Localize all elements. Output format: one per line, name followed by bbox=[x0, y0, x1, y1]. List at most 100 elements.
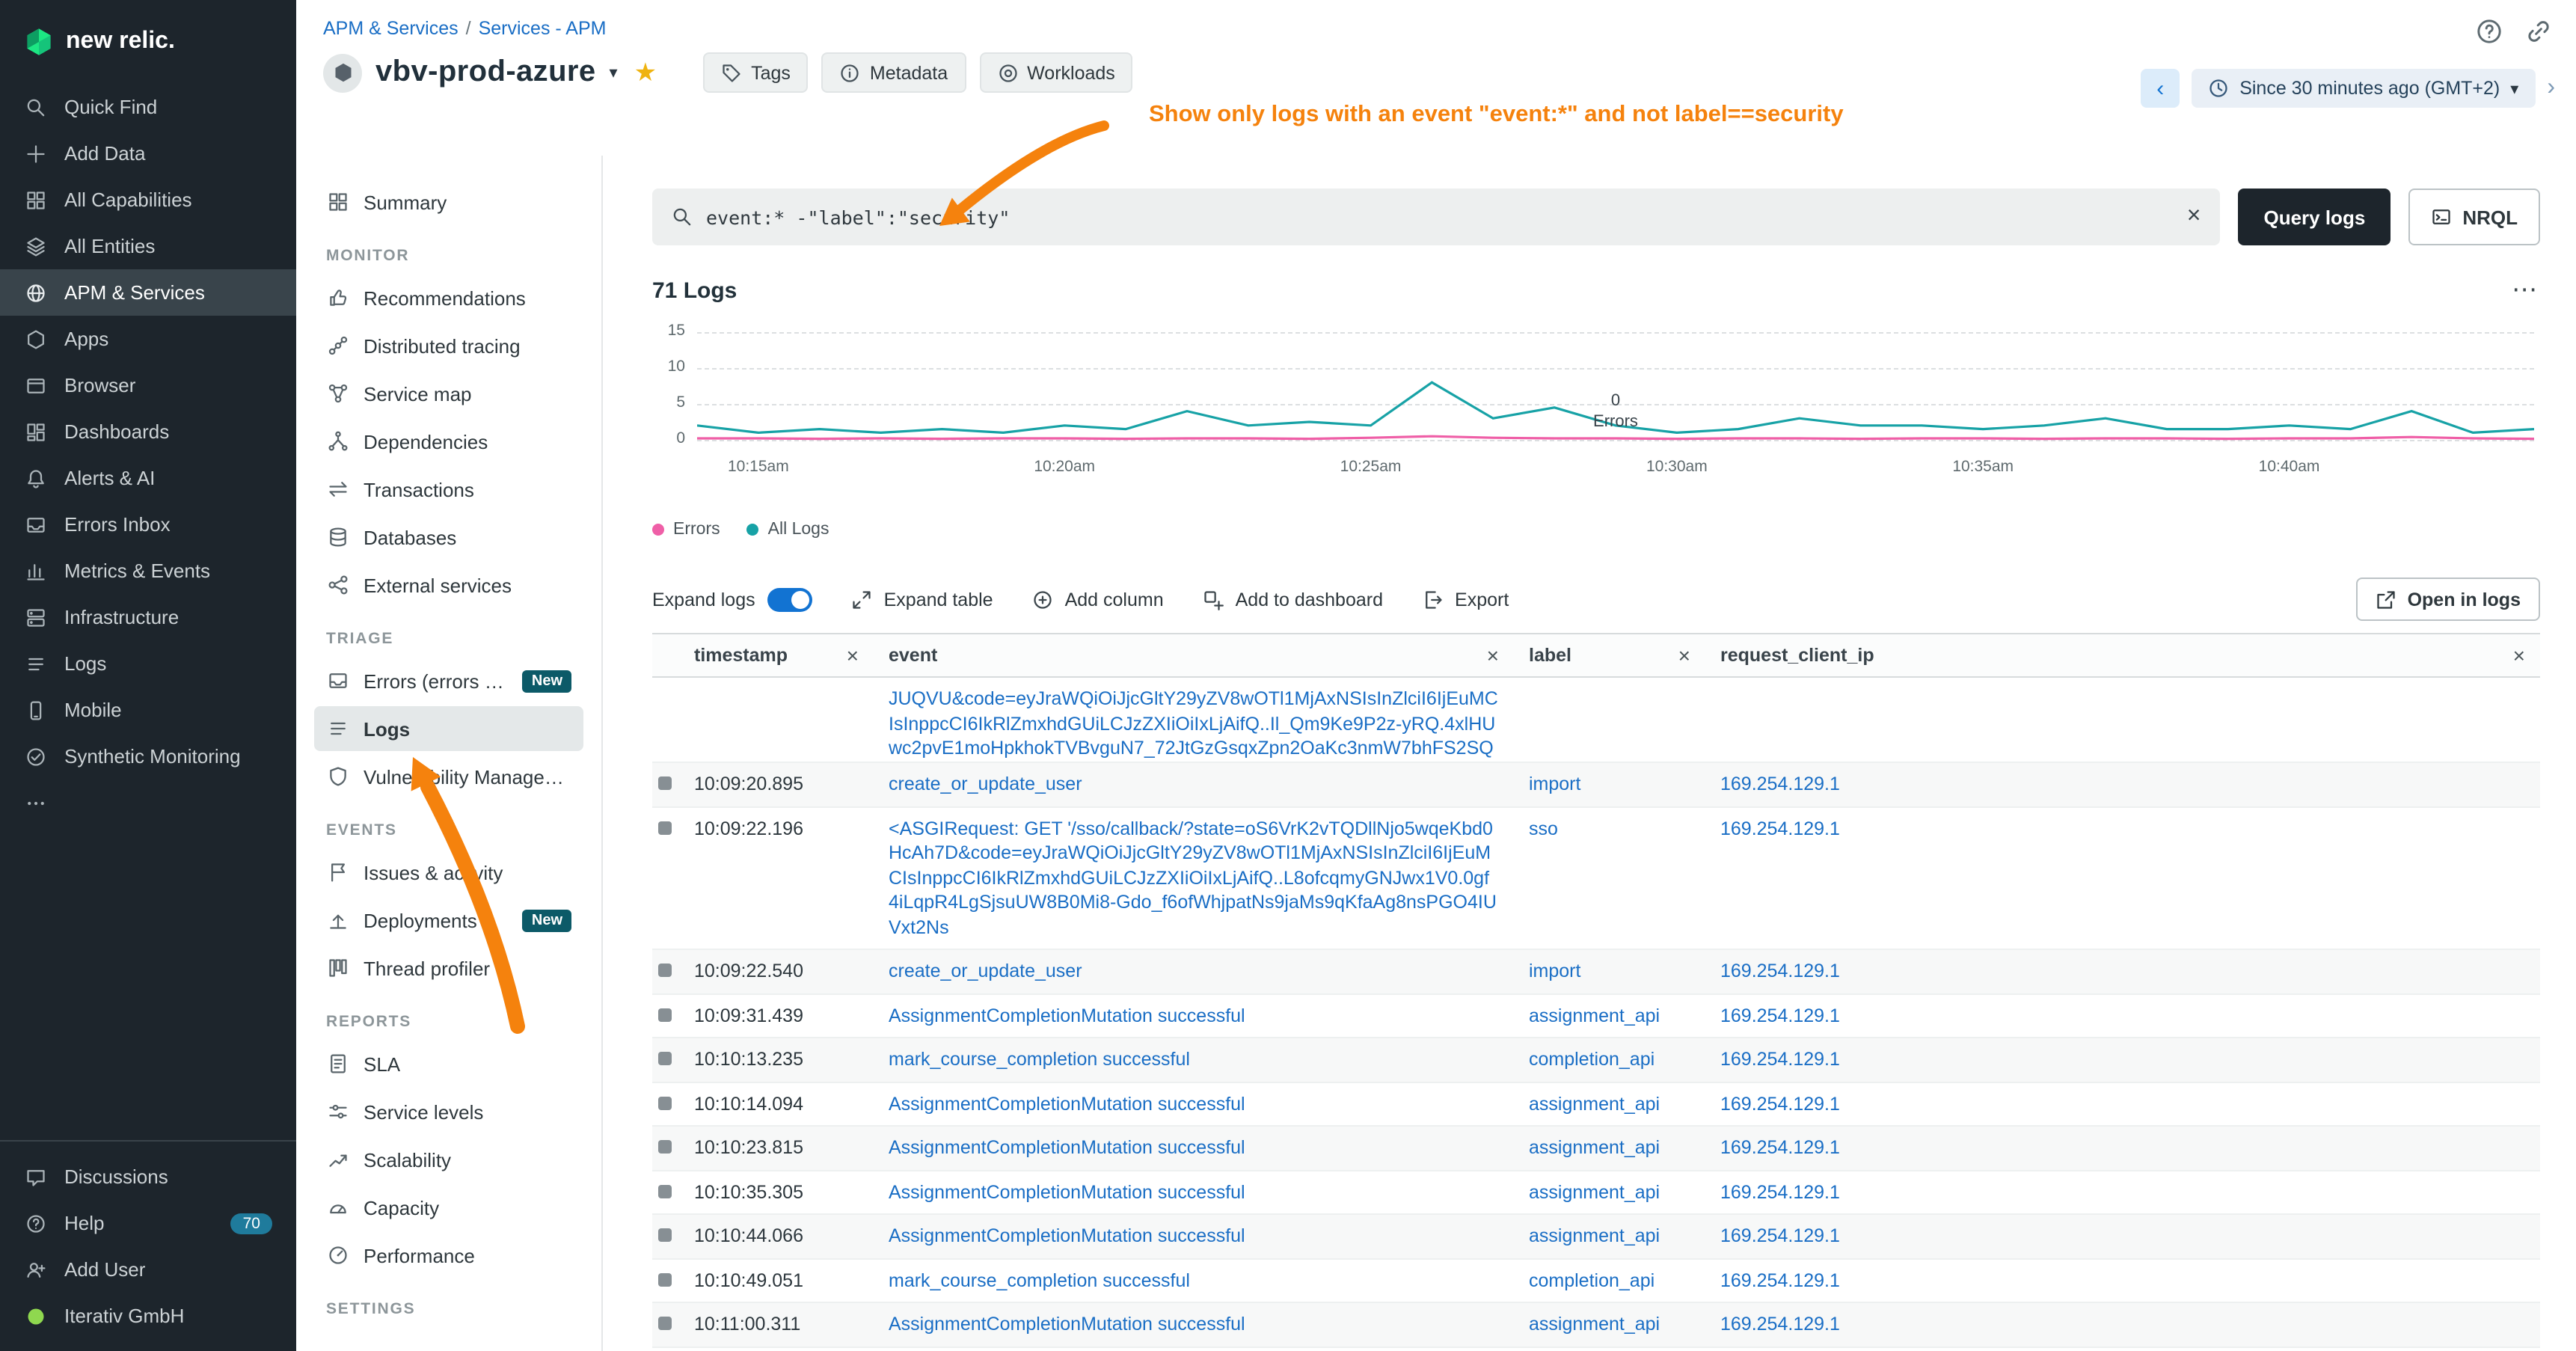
severity-indicator[interactable] bbox=[658, 1317, 672, 1330]
severity-indicator[interactable] bbox=[658, 964, 672, 977]
log-label-link[interactable]: sso bbox=[1514, 807, 1705, 850]
nrql-button[interactable]: NRQL bbox=[2408, 189, 2540, 245]
severity-indicator[interactable] bbox=[658, 1052, 672, 1065]
remove-column-icon[interactable]: × bbox=[1487, 643, 1499, 667]
global-nav-logs[interactable]: Logs bbox=[0, 640, 296, 687]
global-nav-quick-find[interactable]: Quick Find bbox=[0, 84, 296, 130]
sidebar-item-service-levels[interactable]: Service levels bbox=[314, 1089, 583, 1134]
global-nav-dashboards[interactable]: Dashboards bbox=[0, 408, 296, 455]
log-event-link[interactable]: <ASGIRequest: GET '/sso/callback/?state=… bbox=[874, 807, 1514, 949]
log-row[interactable]: 10:11:00.311AssignmentCompletionMutation… bbox=[652, 1303, 2540, 1347]
global-nav-metrics-events[interactable]: Metrics & Events bbox=[0, 548, 296, 594]
metadata-button[interactable]: Metadata bbox=[822, 52, 966, 93]
log-label-link[interactable]: import bbox=[1514, 763, 1705, 806]
log-label-link[interactable]: assignment_api bbox=[1514, 1303, 1705, 1346]
global-nav-add-data[interactable]: Add Data bbox=[0, 130, 296, 177]
global-nav-add-user[interactable]: Add User bbox=[0, 1246, 296, 1293]
sidebar-item-recommendations[interactable]: Recommendations bbox=[314, 275, 583, 320]
log-row[interactable]: 10:09:20.895create_or_update_userimport1… bbox=[652, 763, 2540, 807]
global-nav-alerts-ai[interactable]: Alerts & AI bbox=[0, 455, 296, 501]
sidebar-item-logs[interactable]: Logs bbox=[314, 706, 583, 751]
log-row[interactable]: 10:10:49.051mark_course_completion succe… bbox=[652, 1259, 2540, 1303]
severity-indicator[interactable] bbox=[658, 1140, 672, 1154]
log-label-link[interactable]: completion_api bbox=[1514, 1259, 1705, 1302]
remove-column-icon[interactable]: × bbox=[2513, 643, 2525, 667]
log-event-link[interactable]: mark_course_completion successful bbox=[874, 1259, 1514, 1302]
log-label-link[interactable]: assignment_api bbox=[1514, 1215, 1705, 1257]
log-ip-link[interactable]: 169.254.129.1 bbox=[1705, 950, 2540, 993]
global-nav-all-entities[interactable]: All Entities bbox=[0, 223, 296, 269]
log-event-link[interactable]: AssignmentCompletionMutation successful bbox=[874, 994, 1514, 1037]
global-nav-more[interactable] bbox=[0, 779, 296, 826]
column-header-timestamp[interactable]: timestamp × bbox=[679, 643, 874, 667]
log-row[interactable]: 10:10:14.094AssignmentCompletionMutation… bbox=[652, 1082, 2540, 1127]
workloads-button[interactable]: Workloads bbox=[979, 52, 1133, 93]
severity-indicator[interactable] bbox=[658, 821, 672, 834]
open-in-logs-button[interactable]: Open in logs bbox=[2357, 578, 2540, 621]
log-event-link[interactable]: AssignmentCompletionMutation successful bbox=[874, 1127, 1514, 1169]
time-forward-icon[interactable]: › bbox=[2547, 75, 2555, 102]
log-ip-link[interactable]: 169.254.129.1 bbox=[1705, 1082, 2540, 1125]
severity-indicator[interactable] bbox=[658, 1096, 672, 1109]
sidebar-item-deployments[interactable]: DeploymentsNew bbox=[314, 898, 583, 943]
sidebar-item-transactions[interactable]: Transactions bbox=[314, 467, 583, 512]
legend-errors[interactable]: Errors bbox=[652, 521, 720, 539]
log-event-link[interactable]: AssignmentCompletionMutation successful bbox=[874, 1082, 1514, 1125]
log-row[interactable]: 10:09:22.540create_or_update_userimport1… bbox=[652, 950, 2540, 994]
expand-table-button[interactable]: Expand table bbox=[851, 589, 993, 610]
sidebar-item-capacity[interactable]: Capacity bbox=[314, 1185, 583, 1230]
log-label-link[interactable]: import bbox=[1514, 950, 1705, 993]
severity-indicator[interactable] bbox=[658, 1228, 672, 1242]
log-row[interactable]: 10:09:22.196<ASGIRequest: GET '/sso/call… bbox=[652, 807, 2540, 950]
severity-indicator[interactable] bbox=[658, 1008, 672, 1021]
log-row[interactable]: JUQVU&code=eyJraWQiOiJjcGltY29yZV8wOTl1M… bbox=[652, 678, 2540, 763]
log-row[interactable]: 10:10:13.235mark_course_completion succe… bbox=[652, 1038, 2540, 1082]
log-event-link[interactable]: AssignmentCompletionMutation successful bbox=[874, 1303, 1514, 1346]
log-ip-link[interactable]: 169.254.129.1 bbox=[1705, 763, 2540, 806]
log-event-link[interactable]: mark_course_completion successful bbox=[874, 1038, 1514, 1081]
sidebar-item-summary[interactable]: Summary bbox=[314, 180, 583, 224]
global-nav-errors-inbox[interactable]: Errors Inbox bbox=[0, 501, 296, 548]
log-label-link[interactable]: assignment_api bbox=[1514, 1171, 1705, 1213]
log-ip-link[interactable]: 169.254.129.1 bbox=[1705, 1215, 2540, 1257]
global-nav-help[interactable]: Help70 bbox=[0, 1200, 296, 1246]
global-nav-infrastructure[interactable]: Infrastructure bbox=[0, 594, 296, 640]
log-event-link[interactable]: create_or_update_user bbox=[874, 763, 1514, 806]
logs-query-input[interactable] bbox=[706, 206, 2174, 228]
global-nav-discussions[interactable]: Discussions bbox=[0, 1154, 296, 1200]
log-event-link[interactable]: create_or_update_user bbox=[874, 950, 1514, 993]
log-label-link[interactable]: assignment_api bbox=[1514, 1082, 1705, 1125]
favorite-star-icon[interactable]: ★ bbox=[634, 58, 657, 88]
log-row[interactable]: 10:10:44.066AssignmentCompletionMutation… bbox=[652, 1215, 2540, 1259]
log-label-link[interactable]: assignment_api bbox=[1514, 1127, 1705, 1169]
global-nav-mobile[interactable]: Mobile bbox=[0, 687, 296, 733]
severity-indicator[interactable] bbox=[658, 776, 672, 790]
log-row[interactable]: 10:10:35.305AssignmentCompletionMutation… bbox=[652, 1171, 2540, 1215]
toggle-switch-icon[interactable] bbox=[767, 587, 812, 611]
log-ip-link[interactable]: 169.254.129.1 bbox=[1705, 1303, 2540, 1346]
permalink-icon[interactable] bbox=[2525, 18, 2552, 45]
sidebar-item-errors-errors-inb[interactable]: Errors (errors inb...New bbox=[314, 658, 583, 703]
global-nav-synthetic-monitoring[interactable]: Synthetic Monitoring bbox=[0, 733, 296, 779]
log-event-link[interactable]: AssignmentCompletionMutation successful bbox=[874, 1215, 1514, 1257]
export-button[interactable]: Export bbox=[1422, 589, 1509, 610]
sidebar-item-performance[interactable]: Performance bbox=[314, 1233, 583, 1278]
sidebar-item-databases[interactable]: Databases bbox=[314, 515, 583, 560]
add-to-dashboard-button[interactable]: Add to dashboard bbox=[1203, 589, 1383, 610]
severity-indicator[interactable] bbox=[658, 1272, 672, 1286]
sidebar-item-external-services[interactable]: External services bbox=[314, 563, 583, 607]
log-ip-link[interactable]: 169.254.129.1 bbox=[1705, 994, 2540, 1037]
clear-query-icon[interactable]: × bbox=[2187, 203, 2201, 230]
add-column-button[interactable]: Add column bbox=[1032, 589, 1164, 610]
tags-button[interactable]: Tags bbox=[703, 52, 809, 93]
breadcrumb-link-services-apm[interactable]: Services - APM bbox=[479, 18, 607, 39]
log-row[interactable]: 10:09:31.439AssignmentCompletionMutation… bbox=[652, 994, 2540, 1038]
legend-all-logs[interactable]: All Logs bbox=[747, 521, 829, 539]
log-ip-link[interactable]: 169.254.129.1 bbox=[1705, 1127, 2540, 1169]
global-nav-apm-services[interactable]: APM & Services bbox=[0, 269, 296, 316]
query-logs-button[interactable]: Query logs bbox=[2238, 189, 2391, 245]
time-back-button[interactable]: ‹ bbox=[2141, 69, 2180, 108]
log-label-link[interactable]: completion_api bbox=[1514, 1038, 1705, 1081]
sidebar-item-issues-activity[interactable]: Issues & activity bbox=[314, 850, 583, 895]
sidebar-item-scalability[interactable]: Scalability bbox=[314, 1137, 583, 1182]
